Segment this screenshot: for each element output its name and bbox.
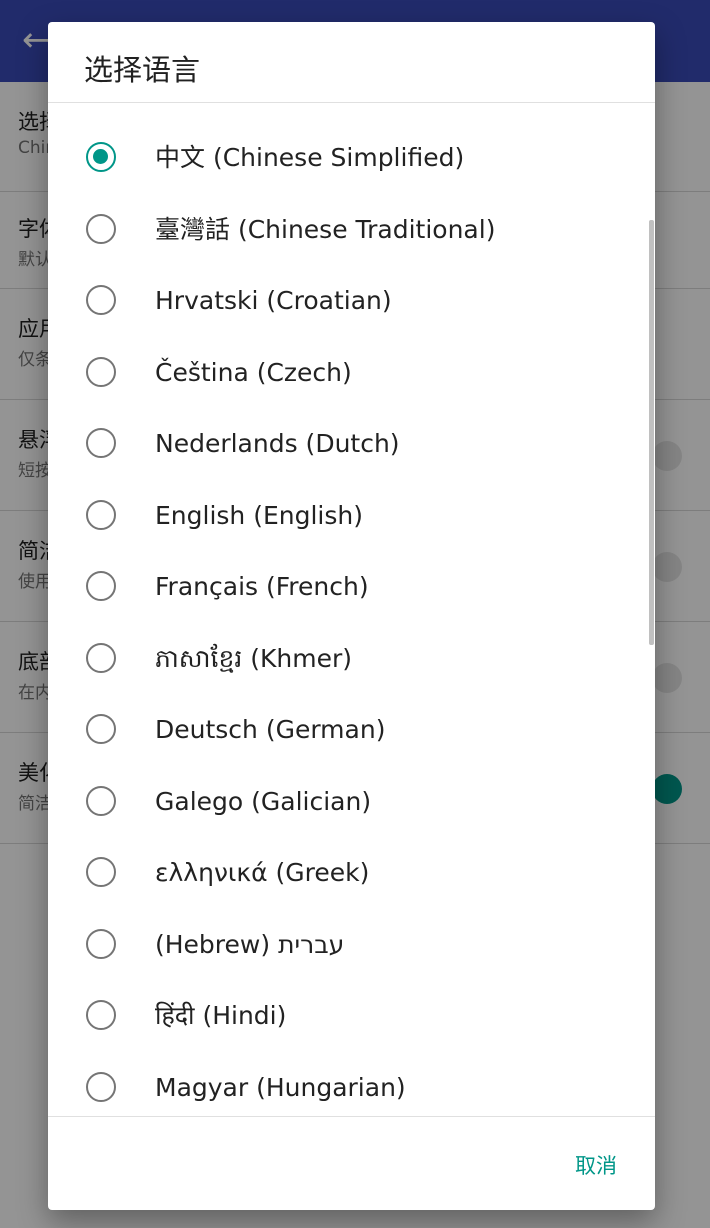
radio-unchecked-icon[interactable] (86, 428, 116, 458)
language-option[interactable]: Čeština (Czech) (48, 337, 655, 409)
radio-unchecked-icon[interactable] (86, 1072, 116, 1102)
language-label: English (English) (155, 501, 363, 530)
language-label: ភាសាខ្មែរ (Khmer) (155, 644, 352, 673)
language-label: 中文 (Chinese Simplified) (155, 143, 465, 172)
language-option[interactable]: हिंदी (Hindi) (48, 980, 655, 1052)
radio-unchecked-icon[interactable] (86, 214, 116, 244)
cancel-button[interactable]: 取消 (554, 1144, 638, 1188)
scrollbar[interactable] (649, 220, 654, 645)
radio-unchecked-icon[interactable] (86, 929, 116, 959)
language-option[interactable]: Magyar (Hungarian) (48, 1052, 655, 1116)
radio-unchecked-icon[interactable] (86, 1000, 116, 1030)
language-label: Français (French) (155, 572, 369, 601)
language-label: (Hebrew) עברית (155, 930, 345, 959)
language-label: Magyar (Hungarian) (155, 1073, 406, 1102)
language-label: Deutsch (German) (155, 715, 386, 744)
language-label: Galego (Galician) (155, 787, 372, 816)
radio-unchecked-icon[interactable] (86, 714, 116, 744)
language-option[interactable]: Hrvatski (Croatian) (48, 265, 655, 337)
language-list: 中文 (Chinese Simplified) 臺灣話 (Chinese Trad… (48, 102, 655, 1116)
radio-unchecked-icon[interactable] (86, 285, 116, 315)
language-label: Nederlands (Dutch) (155, 429, 400, 458)
language-option[interactable]: 臺灣話 (Chinese Traditional) (48, 194, 655, 266)
radio-unchecked-icon[interactable] (86, 571, 116, 601)
language-option[interactable]: ελληνικά (Greek) (48, 837, 655, 909)
radio-unchecked-icon[interactable] (86, 857, 116, 887)
language-dialog: 选择语言 中文 (Chinese Simplified) 臺灣話 (Chinese… (48, 22, 655, 1210)
dialog-title: 选择语言 (84, 53, 201, 87)
language-option[interactable]: (Hebrew) עברית (48, 909, 655, 981)
language-option[interactable]: Français (French) (48, 551, 655, 623)
language-option[interactable]: Galego (Galician) (48, 766, 655, 838)
language-label: हिंदी (Hindi) (155, 1001, 287, 1030)
language-label: Hrvatski (Croatian) (155, 286, 392, 315)
language-option[interactable]: English (English) (48, 480, 655, 552)
radio-unchecked-icon[interactable] (86, 643, 116, 673)
dialog-divider-bottom (48, 1116, 655, 1117)
language-option[interactable]: Deutsch (German) (48, 694, 655, 766)
radio-unchecked-icon[interactable] (86, 500, 116, 530)
language-label: ελληνικά (Greek) (155, 858, 370, 887)
radio-checked-icon[interactable] (86, 142, 116, 172)
language-label: Čeština (Czech) (155, 358, 352, 387)
language-label: 臺灣話 (Chinese Traditional) (155, 215, 496, 244)
language-option[interactable]: ភាសាខ្មែរ (Khmer) (48, 623, 655, 695)
language-option[interactable]: 中文 (Chinese Simplified) (48, 122, 655, 194)
radio-unchecked-icon[interactable] (86, 357, 116, 387)
radio-unchecked-icon[interactable] (86, 786, 116, 816)
language-option[interactable]: Nederlands (Dutch) (48, 408, 655, 480)
